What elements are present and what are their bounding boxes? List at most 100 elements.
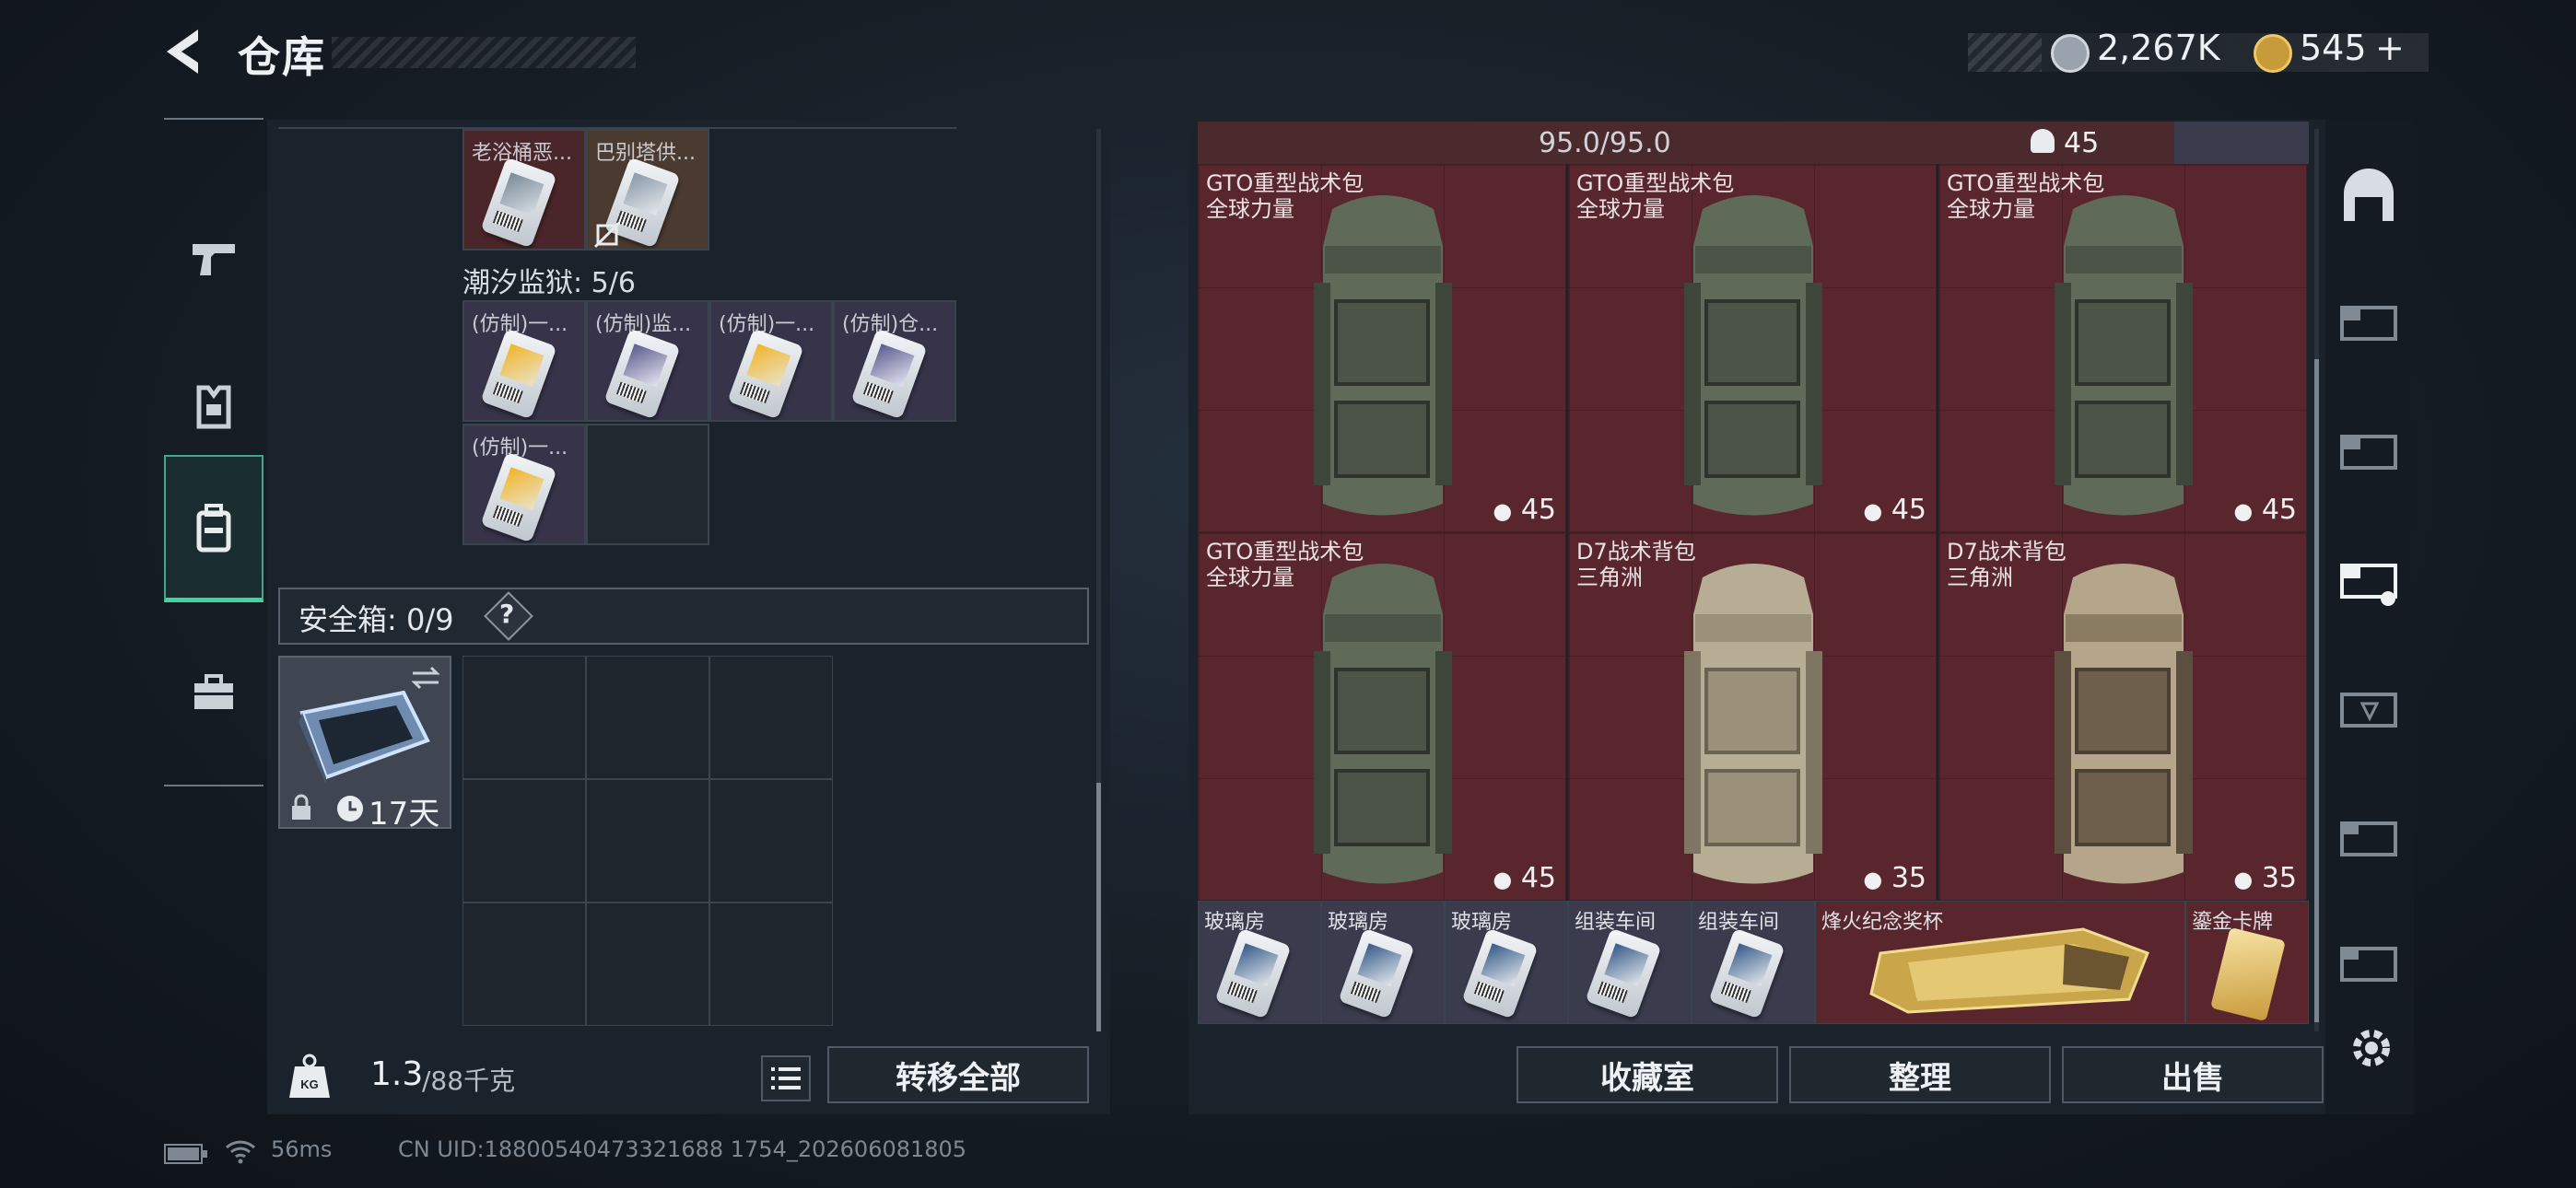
keycard-icon	[1708, 927, 1786, 1019]
empty-slot[interactable]	[586, 424, 709, 545]
right-scrollbar-thumb[interactable]	[2314, 359, 2319, 1022]
partial-item-row[interactable]: 95.0/95.0 45	[1198, 122, 2309, 164]
storage-tab-5-icon[interactable]	[2336, 807, 2401, 871]
currency-add-button[interactable]: +	[2375, 28, 2405, 68]
keycard-item[interactable]: 玻璃房	[1445, 901, 1568, 1024]
backpack-image-icon	[2055, 195, 2193, 516]
gear-icon[interactable]	[2346, 1022, 2397, 1074]
weight-icon: ●	[1493, 867, 1513, 892]
keycard-item[interactable]: 组装车间	[1692, 901, 1815, 1024]
backpack-item[interactable]: GTO重型战术包 全球力量 ● 45	[1198, 164, 1566, 532]
safe-slot[interactable]	[463, 903, 586, 1026]
keycard-slot[interactable]: 老浴桶恶...	[463, 129, 586, 250]
keycard-slot[interactable]: (仿制)一...	[709, 300, 833, 422]
backpack-image-icon	[1314, 195, 1452, 516]
vest-icon	[196, 385, 231, 429]
keycard-item[interactable]: 玻璃房	[1198, 901, 1321, 1024]
durability-text: 95.0/95.0	[1539, 127, 1671, 159]
safe-case-icon	[299, 690, 430, 785]
gold-coin-icon	[2254, 34, 2292, 73]
backpack-item[interactable]: D7战术背包 三角洲 ● 35	[1568, 532, 1937, 901]
safe-slot[interactable]	[709, 903, 833, 1026]
collection-room-button[interactable]: 收藏室	[1516, 1046, 1778, 1103]
warehouse-home-icon[interactable]	[2336, 166, 2401, 230]
safe-slot[interactable]	[463, 779, 586, 903]
item-weight: 45	[1520, 494, 1556, 526]
safe-slot[interactable]	[586, 903, 709, 1026]
keycard-icon	[480, 157, 557, 249]
nav-backpack[interactable]	[164, 455, 263, 602]
safe-case-timer: 17天	[369, 796, 440, 833]
weight-icon: ●	[2233, 498, 2254, 524]
backpack-item[interactable]: GTO重型战术包 全球力量 ● 45	[1938, 164, 2307, 532]
gold-card-icon	[2210, 926, 2286, 1022]
storage-tab-3-icon[interactable]	[2336, 549, 2401, 613]
list-view-button[interactable]	[761, 1055, 811, 1101]
item-weight: 45	[2261, 494, 2297, 526]
swap-icon[interactable]	[409, 665, 442, 691]
item-label: 巴别塔供...	[595, 142, 696, 165]
safe-slot[interactable]	[586, 656, 709, 779]
sort-button[interactable]: 整理	[1789, 1046, 2051, 1103]
weight-icon: ●	[1863, 867, 1883, 892]
keycard-slot[interactable]: (仿制)仓...	[833, 300, 956, 422]
keycard-slot[interactable]: (仿制)一...	[463, 300, 586, 422]
item-weight: 35	[2261, 862, 2297, 894]
back-button[interactable]	[161, 26, 207, 77]
ping-text: 56ms	[271, 1136, 333, 1162]
transfer-all-button[interactable]: 转移全部	[827, 1046, 1089, 1103]
keycard-icon	[480, 451, 557, 543]
keycard-item[interactable]: 玻璃房	[1321, 901, 1445, 1024]
storage-tab-2-icon[interactable]	[2336, 420, 2401, 484]
keycard-icon	[850, 328, 928, 420]
safe-slot[interactable]	[709, 656, 833, 779]
item-label: 玻璃房	[1204, 911, 1266, 934]
category-nav	[164, 118, 263, 786]
current-weight: 1.3	[370, 1055, 424, 1093]
safe-slot[interactable]	[709, 779, 833, 903]
keycard-item[interactable]: 组装车间	[1568, 901, 1692, 1024]
left-scrollbar-thumb[interactable]	[1096, 783, 1101, 1031]
sell-button[interactable]: 出售	[2062, 1046, 2324, 1103]
keycard-icon	[603, 328, 681, 420]
item-faction: 全球力量	[1206, 196, 1294, 222]
safe-case-item[interactable]: 17天	[278, 656, 451, 833]
svg-text:KG: KG	[300, 1077, 319, 1091]
keycard-slot[interactable]: (仿制)监...	[586, 300, 709, 422]
trophy-item[interactable]: 烽火纪念奖杯	[1815, 901, 2185, 1024]
item-faction: 全球力量	[1206, 565, 1294, 590]
weight-icon	[2031, 129, 2055, 153]
storage-tab-4-icon[interactable]	[2336, 678, 2401, 742]
backpack-item[interactable]: GTO重型战术包 全球力量 ● 45	[1198, 532, 1566, 901]
backpack-item[interactable]: D7战术背包 三角洲 ● 35	[1938, 532, 2307, 901]
gold-card-item[interactable]: 鎏金卡牌	[2185, 901, 2309, 1024]
weight-icon: ●	[2233, 867, 2254, 892]
weight-icon: KG	[289, 1054, 330, 1098]
safe-slot[interactable]	[586, 779, 709, 903]
item-faction: 全球力量	[1576, 196, 1665, 222]
item-faction: 三角洲	[1576, 565, 1643, 590]
storage-tab-1-icon[interactable]	[2336, 291, 2401, 355]
backpack-icon	[196, 503, 231, 552]
safe-slot[interactable]	[463, 656, 586, 779]
nav-container[interactable]	[164, 619, 263, 766]
item-label: 玻璃房	[1328, 911, 1389, 934]
keycard-slot[interactable]: (仿制)一...	[463, 424, 586, 545]
weight-icon: ●	[1493, 498, 1513, 524]
item-faction: 三角洲	[1947, 565, 2013, 590]
nav-weapons[interactable]	[164, 184, 263, 332]
currency-silver: 2,267K	[2097, 28, 2220, 68]
storage-tab-6-icon[interactable]	[2336, 932, 2401, 996]
keycard-icon	[1214, 927, 1292, 1019]
pistol-icon	[193, 244, 235, 275]
wifi-icon	[225, 1140, 256, 1164]
backpack-item[interactable]: GTO重型战术包 全球力量 ● 45	[1568, 164, 1937, 532]
max-weight: /88千克	[422, 1066, 516, 1096]
uid-text: CN UID:18800540473321688 1754_2026060818…	[398, 1136, 967, 1162]
currency-gold: 545	[2300, 28, 2367, 68]
backpack-image-icon	[1314, 564, 1452, 884]
keycard-icon	[727, 328, 804, 420]
item-weight: 35	[1891, 862, 1926, 894]
clock-icon	[337, 796, 363, 821]
keycard-slot[interactable]: 巴别塔供...	[586, 129, 709, 250]
